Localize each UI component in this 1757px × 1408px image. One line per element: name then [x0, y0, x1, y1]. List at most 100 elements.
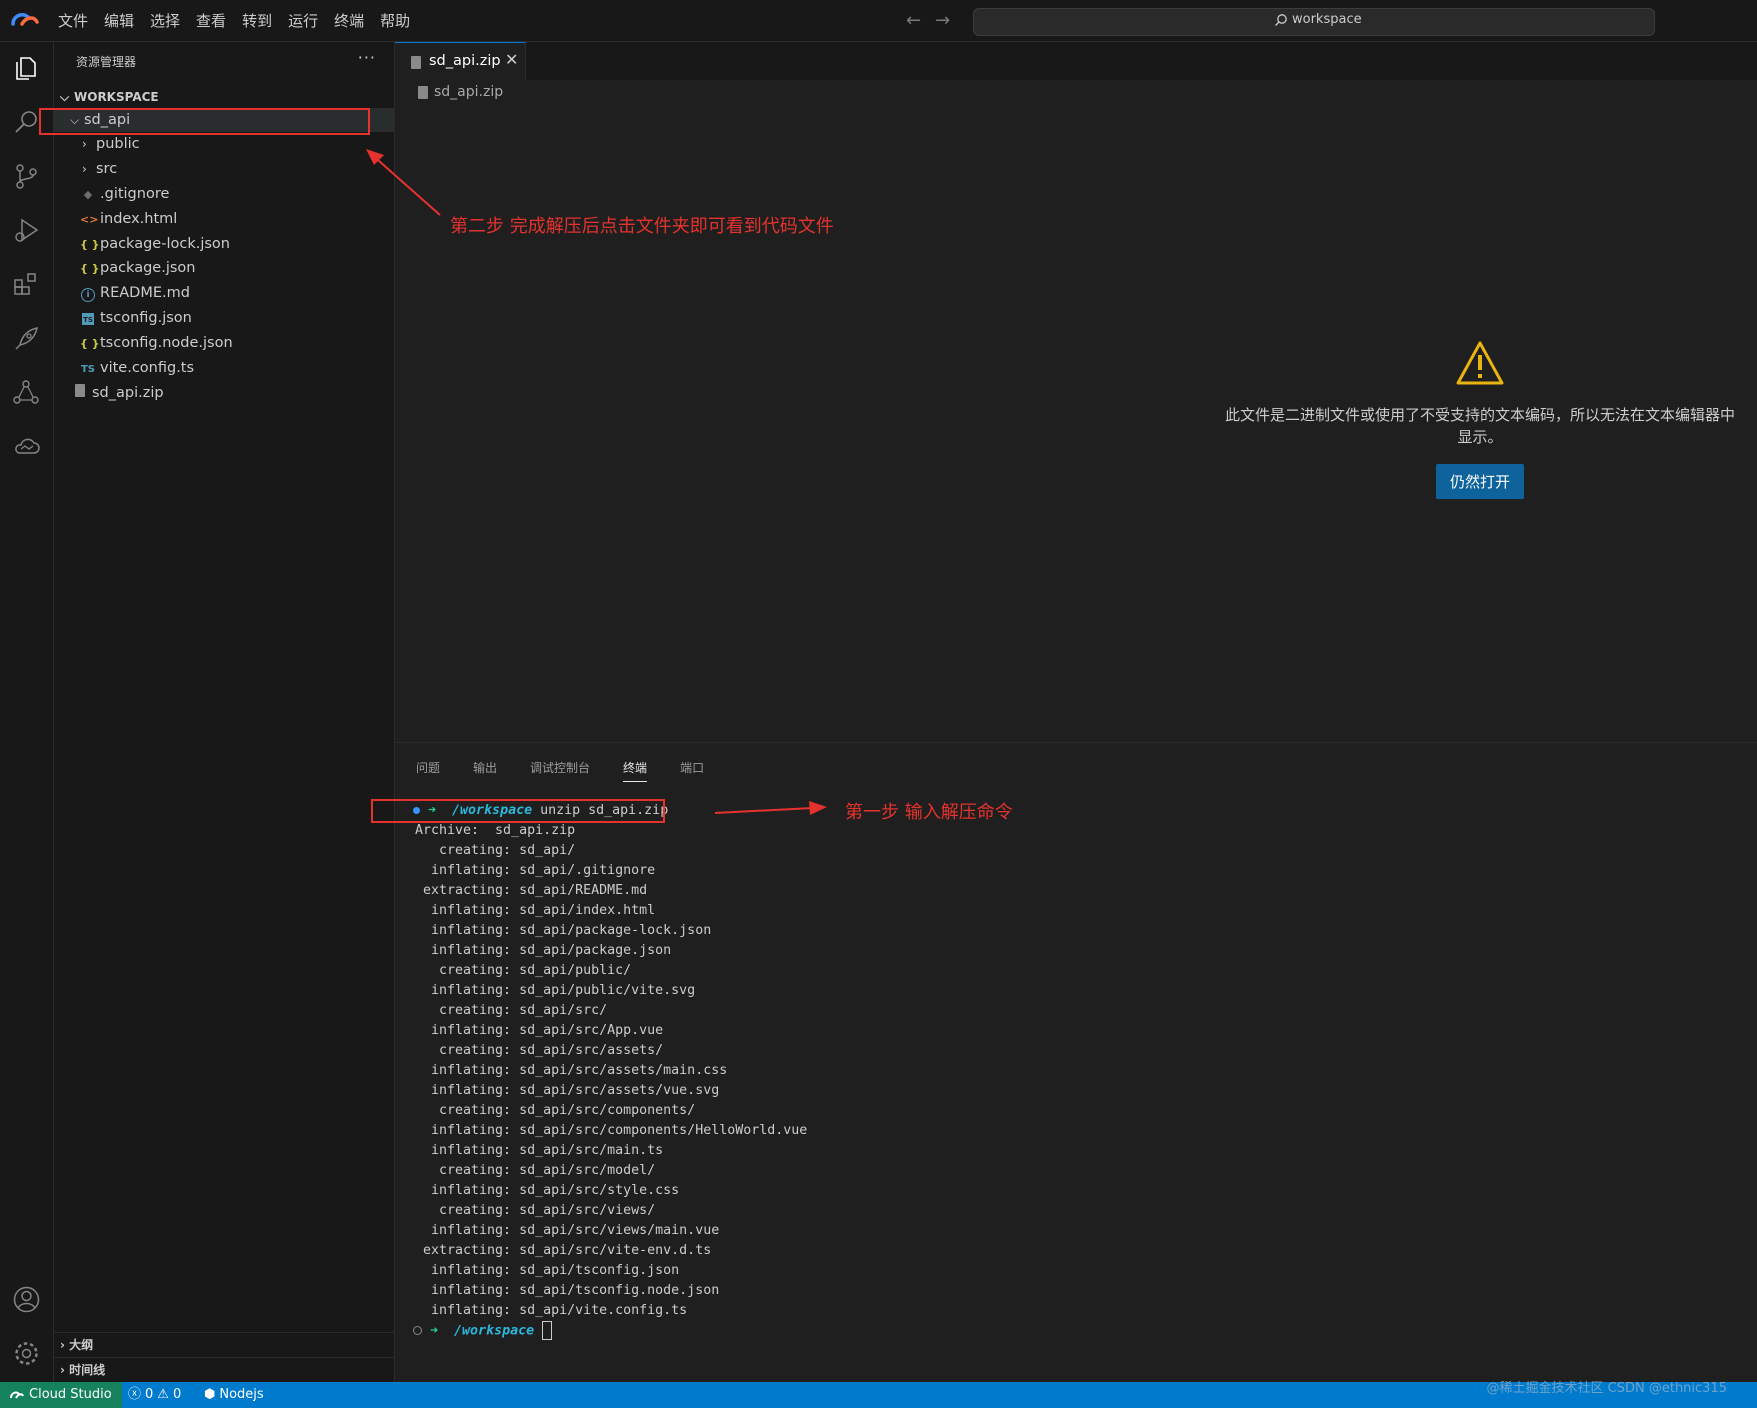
json-file-icon: { }: [80, 262, 100, 275]
tree-item-label: .gitignore: [100, 186, 170, 202]
annotation-step1-text: 第一步 输入解压命令: [845, 802, 1013, 823]
terminal-cursor: [542, 1321, 553, 1340]
menu-view[interactable]: 查看: [188, 10, 234, 31]
run-debug-icon[interactable]: [12, 216, 41, 245]
tsconfig-file-icon: TS: [80, 307, 96, 331]
unzip-output-lines: Archive: sd_api.zip creating: sd_api/ in…: [415, 821, 807, 1321]
tree-item-label: vite.config.ts: [100, 360, 195, 376]
tab-terminal[interactable]: 终端: [602, 753, 659, 782]
remote-label: Cloud Studio: [29, 1387, 112, 1402]
terminal-output-line: inflating: sd_api/src/components/HelloWo…: [415, 1123, 808, 1138]
tab-debug-console[interactable]: 调试控制台: [509, 753, 602, 782]
terminal-output-line: creating: sd_api/src/components/: [415, 1103, 696, 1118]
menu-edit[interactable]: 编辑: [96, 10, 142, 31]
tree-item-readme-md[interactable]: i README.md: [80, 281, 190, 305]
settings-gear-icon[interactable]: [12, 1339, 41, 1368]
workspace-section-header[interactable]: ⌵ WORKSPACE: [60, 85, 159, 109]
binary-file-message: 此文件是二进制文件或使用了不受支持的文本编码，所以无法在文本编辑器中显示。: [1224, 406, 1735, 446]
source-control-icon[interactable]: [12, 162, 41, 191]
terminal-output-line: inflating: sd_api/src/views/main.vue: [415, 1223, 720, 1238]
menu-help[interactable]: 帮助: [372, 10, 418, 31]
navigation-arrows: ← →: [906, 10, 950, 31]
error-icon: ⓧ: [128, 1387, 142, 1402]
close-icon[interactable]: ✕: [505, 50, 518, 69]
tree-item-tsconfig-json[interactable]: TS tsconfig.json: [80, 306, 192, 330]
command-center-label: workspace: [1274, 12, 1362, 27]
annotation-arrow-step2: [366, 149, 441, 216]
environment-label: Nodejs: [219, 1387, 264, 1402]
tree-item-tsconfig-node-json[interactable]: { }tsconfig.node.json: [80, 331, 233, 355]
account-icon[interactable]: [12, 1285, 41, 1314]
activity-bar: [0, 42, 54, 1382]
zip-file-icon: [411, 56, 421, 73]
zip-file-icon: [418, 85, 428, 99]
terminal-output[interactable]: ➜ /workspace unzip sd_api.zip Archive: s…: [413, 801, 807, 1341]
extensions-icon[interactable]: [12, 270, 41, 299]
tab-sd_api-zip[interactable]: sd_api.zip ✕: [395, 42, 526, 81]
tree-item-public-folder[interactable]: › public: [82, 132, 140, 156]
error-count: 0: [145, 1387, 154, 1402]
git-file-icon: ◆: [83, 188, 93, 201]
tree-item-package-json[interactable]: { }package.json: [80, 256, 195, 280]
menu-selection[interactable]: 选择: [142, 10, 188, 31]
problems-indicator[interactable]: ⓧ 0 ⚠ 0: [128, 1382, 181, 1408]
warning-icon: ⚠: [157, 1387, 169, 1402]
terminal-output-line: inflating: sd_api/public/vite.svg: [415, 983, 696, 998]
terminal-output-line: creating: sd_api/public/: [415, 963, 632, 978]
menu-terminal[interactable]: 终端: [326, 10, 372, 31]
environment-indicator[interactable]: ⬢ Nodejs: [204, 1382, 264, 1408]
json-file-icon: { }: [80, 337, 100, 350]
tree-item-src-folder[interactable]: › src: [82, 157, 117, 181]
tree-item-label: tsconfig.json: [100, 310, 192, 326]
terminal-output-line: creating: sd_api/src/views/: [415, 1203, 656, 1218]
terminal-output-line: inflating: sd_api/.gitignore: [415, 863, 656, 878]
terminal-output-line: inflating: sd_api/tsconfig.json: [415, 1263, 680, 1278]
menu-go[interactable]: 转到: [234, 10, 280, 31]
typescript-file-icon: TS: [80, 364, 96, 375]
cloud-icon[interactable]: [12, 432, 41, 461]
workspace-label: WORKSPACE: [74, 90, 159, 104]
menu-file[interactable]: 文件: [50, 10, 96, 31]
tree-item-package-lock-json[interactable]: { }package-lock.json: [80, 232, 230, 256]
info-file-icon: i: [80, 282, 96, 306]
tab-ports[interactable]: 端口: [659, 753, 716, 782]
forward-arrow-icon[interactable]: →: [935, 10, 950, 31]
chevron-right-icon: ›: [60, 1363, 65, 1377]
explorer-icon[interactable]: [12, 54, 41, 83]
open-anyway-button[interactable]: 仍然打开: [1435, 464, 1524, 499]
warning-count: 0: [172, 1387, 182, 1402]
annotation-step2-text: 第二步 完成解压后点击文件夹即可看到代码文件: [450, 216, 834, 237]
terminal-output-line: inflating: sd_api/package.json: [415, 943, 672, 958]
terminal-output-line: creating: sd_api/src/: [415, 1003, 608, 1018]
remote-indicator[interactable]: Cloud Studio: [0, 1382, 122, 1408]
terminal-output-line: inflating: sd_api/package-lock.json: [415, 923, 712, 938]
tree-item-index-html[interactable]: <> index.html: [80, 207, 177, 231]
more-actions-icon[interactable]: ···: [358, 48, 376, 67]
html-file-icon: <>: [80, 213, 99, 226]
tab-output[interactable]: 输出: [452, 753, 509, 782]
command-center[interactable]: workspace: [973, 8, 1655, 36]
tree-item-label: index.html: [100, 211, 178, 227]
tree-item-gitignore[interactable]: ◆ .gitignore: [80, 182, 170, 206]
title-bar: 文件 编辑 选择 查看 转到 运行 终端 帮助 ← → workspace: [0, 0, 1757, 42]
timeline-section-header[interactable]: › 时间线: [54, 1357, 394, 1382]
back-arrow-icon[interactable]: ←: [906, 10, 921, 31]
outline-section-header[interactable]: › 大纲: [54, 1332, 394, 1357]
share-icon[interactable]: [12, 378, 41, 407]
outline-label: 大纲: [69, 1338, 94, 1352]
tree-item-sd_api-zip[interactable]: sd_api.zip: [72, 381, 164, 405]
tree-item-label: src: [96, 161, 118, 177]
timeline-label: 时间线: [69, 1363, 106, 1377]
deploy-rocket-icon[interactable]: [12, 324, 41, 353]
nodejs-icon: ⬢: [204, 1387, 216, 1402]
tree-item-label: README.md: [100, 285, 190, 301]
search-icon[interactable]: [12, 108, 41, 137]
breadcrumb-item[interactable]: sd_api.zip: [434, 84, 503, 100]
menu-run[interactable]: 运行: [280, 10, 326, 31]
terminal-output-line: inflating: sd_api/src/App.vue: [415, 1023, 664, 1038]
tree-item-vite-config-ts[interactable]: TS vite.config.ts: [80, 356, 194, 380]
watermark: @稀土掘金技术社区 CSDN @ethnic315: [1486, 1381, 1727, 1396]
tree-item-label: sd_api.zip: [92, 385, 164, 401]
tree-item-label: public: [96, 136, 140, 152]
tab-problems[interactable]: 问题: [395, 753, 452, 782]
